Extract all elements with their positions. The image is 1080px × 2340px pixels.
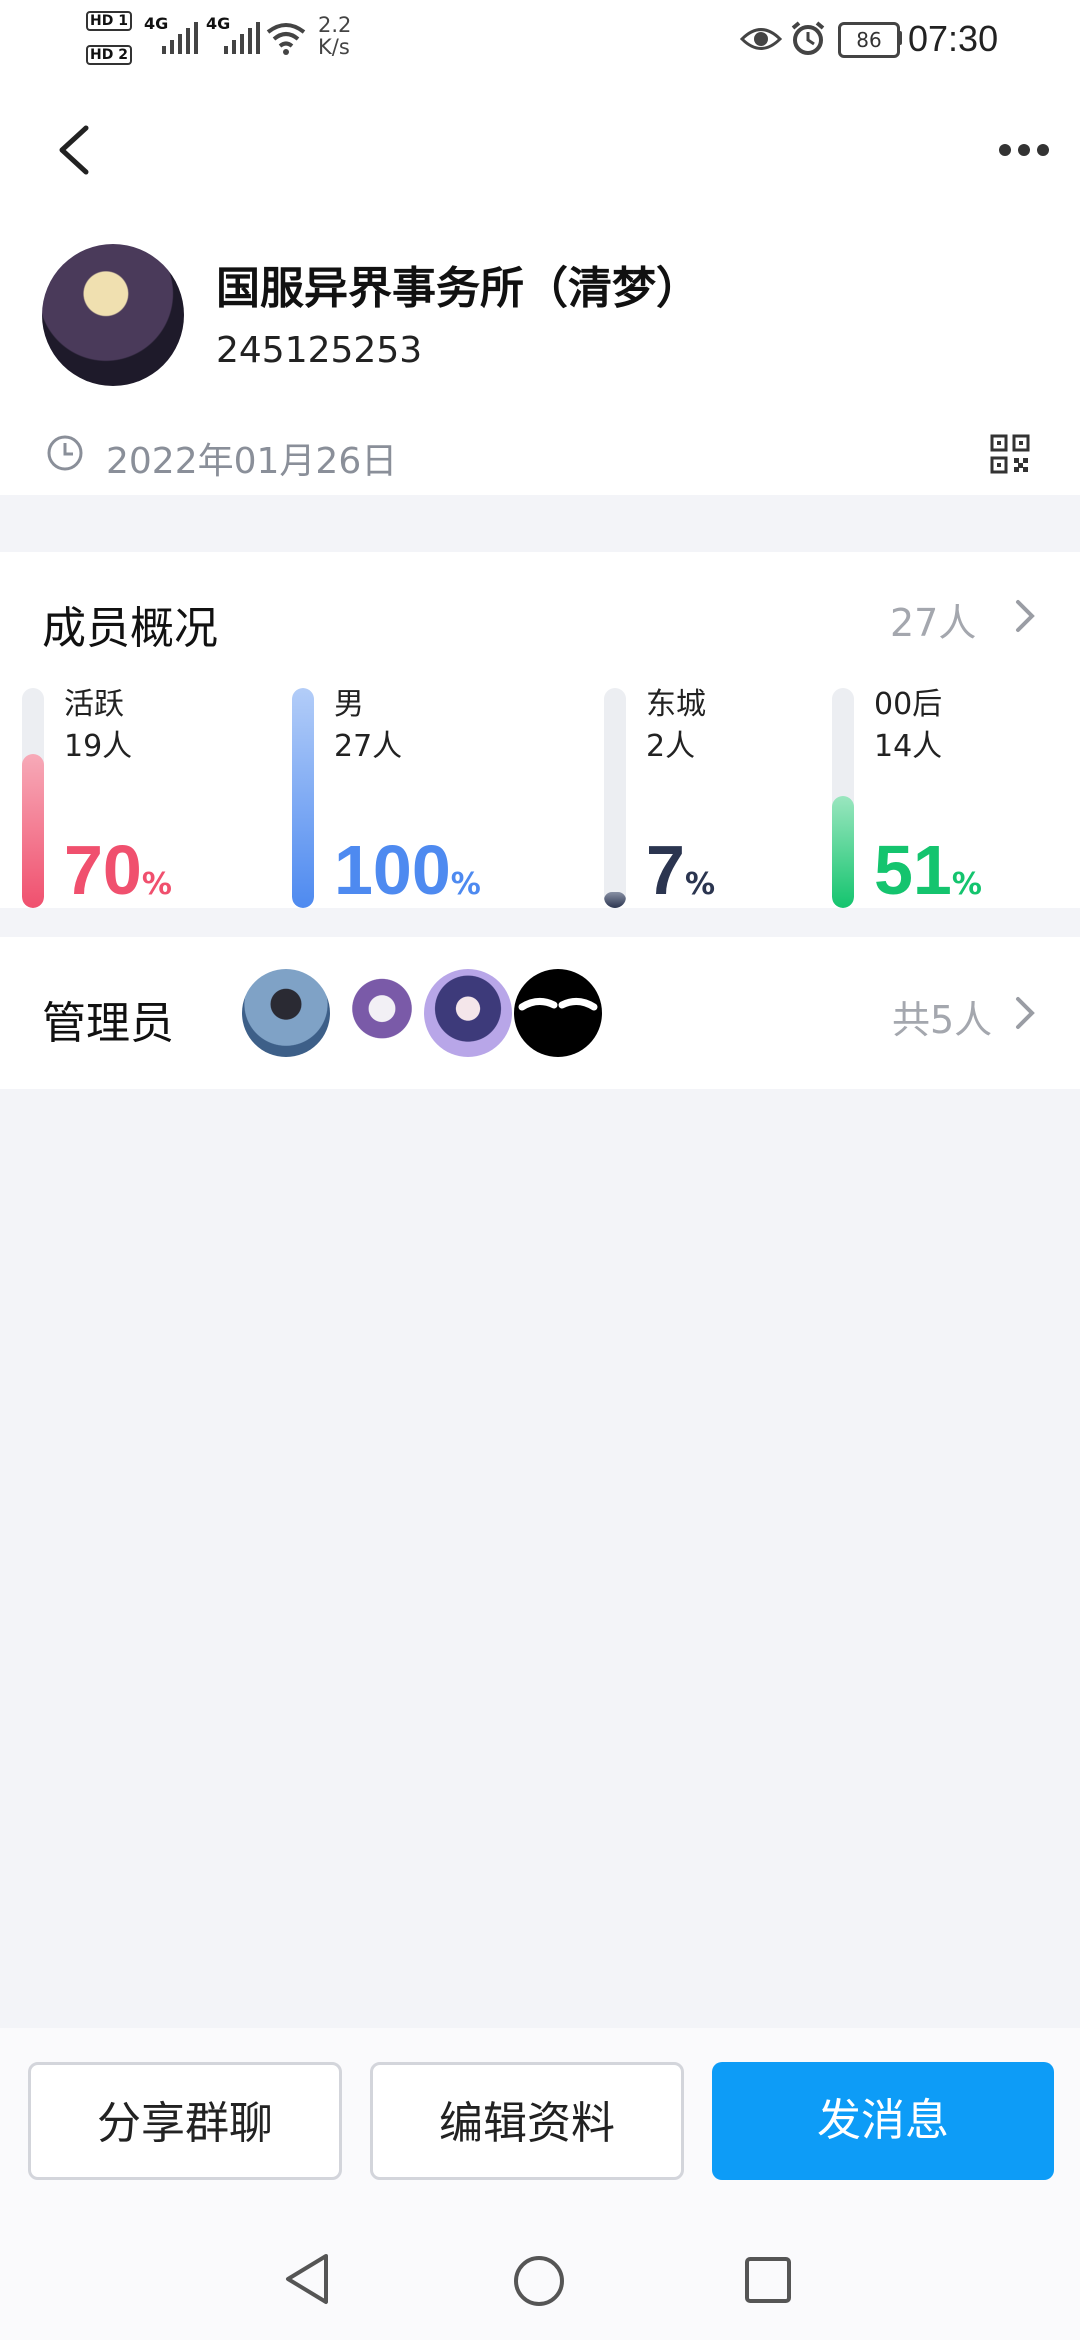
- stat-active-label: 活跃: [64, 687, 124, 722]
- stat-active-count: 19人: [64, 729, 133, 764]
- member-overview-title: 成员概况: [42, 603, 218, 654]
- stat-location-label: 东城: [646, 687, 706, 722]
- sim2-badge: HD 2: [86, 44, 132, 65]
- stat-male-track: [292, 688, 314, 908]
- chevron-left-icon[interactable]: [54, 124, 94, 176]
- signal2-icon: [224, 22, 260, 54]
- signal1-icon: [162, 22, 198, 54]
- chevron-right-icon[interactable]: [1014, 995, 1038, 1031]
- admin-avatar[interactable]: [338, 969, 426, 1057]
- stat-age-percent: 51%: [874, 830, 982, 910]
- alarm-icon: [791, 21, 825, 55]
- speed-indicator: 2.2 K/s: [318, 14, 351, 58]
- admin-avatar[interactable]: [514, 969, 602, 1057]
- stat-active-percent-value: 70: [64, 831, 142, 909]
- status-bar: HD 1 HD 2 4G 4G 2.2 K/s 86 07:30: [0, 0, 1080, 80]
- clock: 07:30: [908, 18, 999, 59]
- more-dots-icon[interactable]: [998, 140, 1050, 160]
- stat-location-percent-unit: %: [684, 867, 715, 902]
- group-avatar[interactable]: [42, 244, 184, 386]
- stat-active-track: [22, 688, 44, 908]
- stat-location-percent: 7%: [646, 830, 715, 910]
- admins-title: 管理员: [42, 998, 174, 1049]
- created-date: 2022年01月26日: [106, 441, 398, 482]
- admin-avatar[interactable]: [242, 969, 330, 1057]
- stat-age-fill: [832, 796, 854, 908]
- edit-profile-button[interactable]: 编辑资料: [370, 2062, 684, 2180]
- admins-total: 共5人: [892, 998, 993, 1042]
- stat-male-percent-value: 100: [334, 831, 451, 909]
- stat-male-percent-unit: %: [450, 867, 481, 902]
- stat-active-percent: 70%: [64, 830, 172, 910]
- stat-male-fill: [292, 688, 314, 908]
- group-id: 245125253: [216, 330, 423, 371]
- stat-male-percent: 100%: [334, 830, 481, 910]
- sim1-badge: HD 1: [86, 10, 132, 31]
- stat-male-count: 27人: [334, 729, 403, 764]
- stat-location-count: 2人: [646, 729, 696, 764]
- stat-location-track: [604, 688, 626, 908]
- sim2-label: HD 2: [86, 45, 132, 65]
- qr-code-icon[interactable]: [990, 434, 1030, 474]
- group-name: 国服异界事务所（清梦）: [216, 263, 700, 314]
- chevron-right-icon[interactable]: [1014, 598, 1038, 634]
- eyes-avatar-icon: [518, 998, 598, 1011]
- speed-value: 2.2: [318, 13, 352, 37]
- eye-icon: [740, 28, 782, 50]
- sim1-label: HD 1: [86, 11, 132, 31]
- stat-location-fill: [604, 892, 626, 908]
- stat-location-percent-value: 7: [646, 831, 685, 909]
- clock-icon: [47, 435, 83, 471]
- admin-avatar[interactable]: [424, 969, 512, 1057]
- nav-recents-icon[interactable]: [744, 2256, 792, 2304]
- speed-unit: K/s: [318, 35, 350, 59]
- stat-male: 男 27人 100%: [292, 687, 552, 910]
- stat-active: 活跃 19人 70%: [22, 687, 282, 910]
- member-overview-card[interactable]: 成员概况 27人 活跃 19人 70% 男 27人 100% 东城 2人 7%: [0, 552, 1080, 910]
- stat-age-percent-unit: %: [951, 867, 982, 902]
- stat-active-fill: [22, 754, 44, 908]
- send-message-button[interactable]: 发消息: [712, 2062, 1054, 2180]
- stat-age-track: [832, 688, 854, 908]
- nav-home-icon[interactable]: [512, 2254, 566, 2308]
- nav-back-icon[interactable]: [282, 2252, 332, 2306]
- admins-card[interactable]: 管理员 共5人: [0, 937, 1080, 1089]
- share-group-button[interactable]: 分享群聊: [28, 2062, 342, 2180]
- stat-age: 00后 14人 51%: [832, 687, 1052, 910]
- stat-location: 东城 2人 7%: [604, 687, 824, 910]
- stat-male-label: 男: [334, 687, 364, 722]
- wifi-icon: [266, 23, 306, 55]
- stat-age-label: 00后: [874, 687, 943, 722]
- battery-indicator: 86: [838, 22, 900, 58]
- member-total: 27人: [890, 601, 977, 645]
- stat-age-percent-value: 51: [874, 831, 952, 909]
- battery-tip: [897, 31, 902, 45]
- stat-active-percent-unit: %: [141, 867, 172, 902]
- stat-age-count: 14人: [874, 729, 943, 764]
